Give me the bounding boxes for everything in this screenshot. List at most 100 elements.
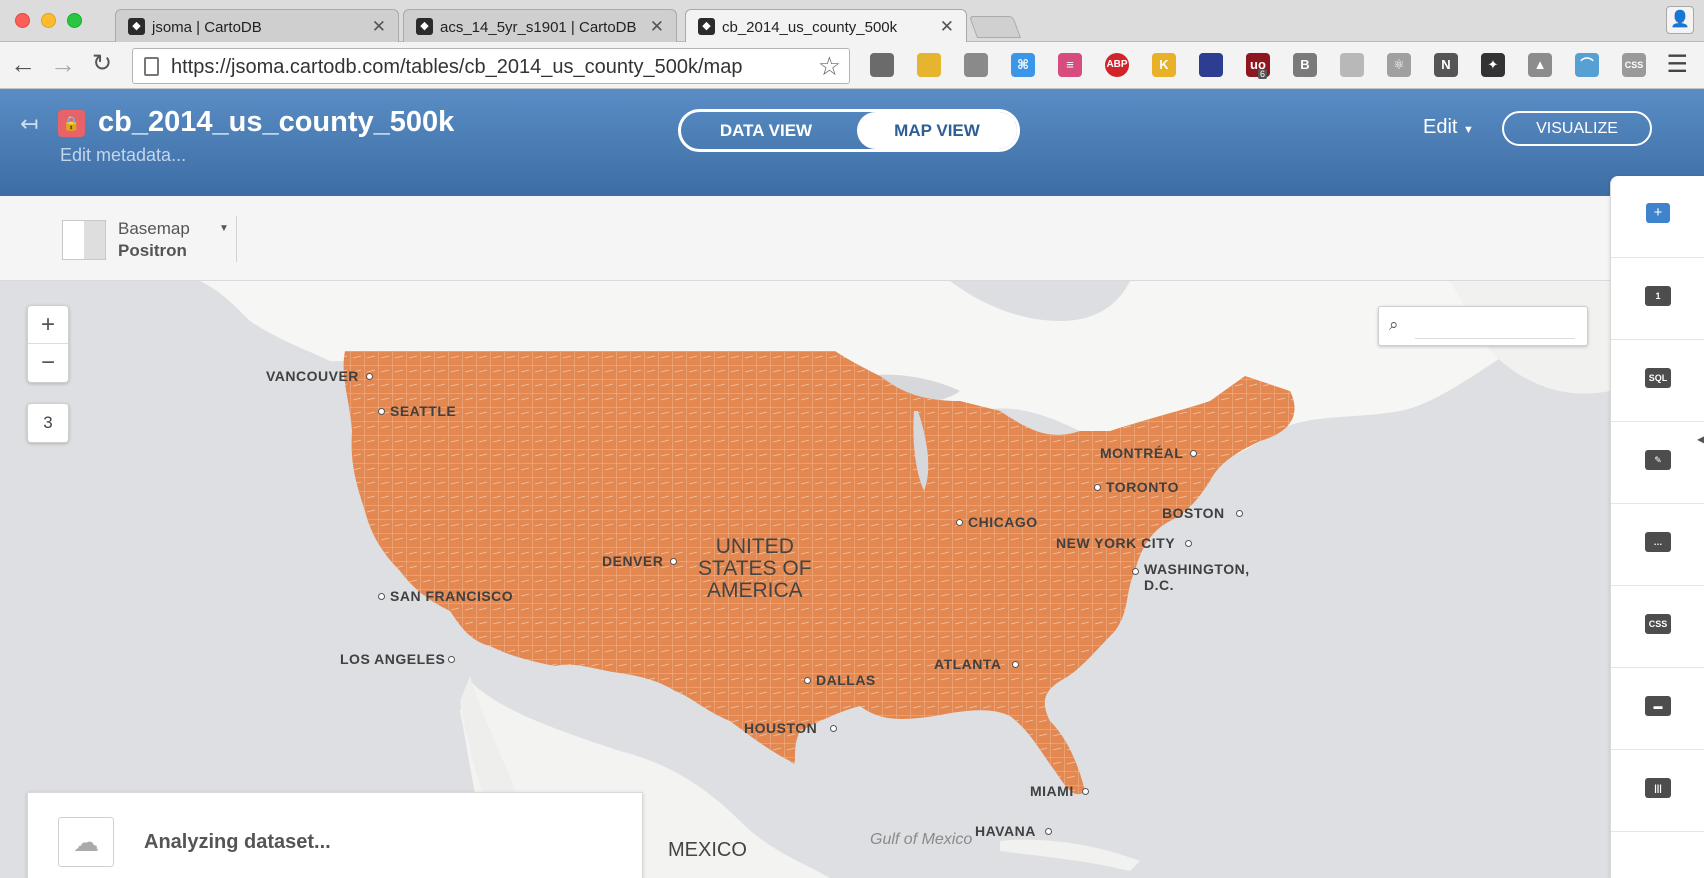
zoom-out-button[interactable]: −: [28, 344, 68, 382]
city-label: ATLANTA: [934, 656, 1002, 672]
legend-icon: ▬: [1645, 696, 1671, 716]
collapse-arrow-icon[interactable]: ◀: [1697, 432, 1704, 446]
basemap-bar: Basemap Positron ▼: [0, 196, 1610, 281]
page-icon: [144, 57, 159, 76]
city-label: SEATTLE: [390, 403, 457, 419]
mexico-label: MEXICO: [668, 839, 747, 861]
table-title[interactable]: cb_2014_us_county_500k: [98, 106, 454, 139]
panel-item[interactable]: CSS: [1611, 586, 1704, 668]
extension-k-icon[interactable]: K: [1152, 53, 1176, 77]
back-icon[interactable]: ↤: [20, 111, 38, 137]
maximize-window-icon[interactable]: [67, 13, 82, 28]
lock-icon[interactable]: 🔒: [58, 110, 85, 137]
cast-icon[interactable]: [870, 53, 894, 77]
add-layer-icon: +: [1646, 203, 1670, 223]
map-search: ⌕: [1378, 306, 1588, 346]
edit-dropdown[interactable]: Edit ▼: [1423, 116, 1474, 139]
browser-menu-icon[interactable]: ☰: [1666, 50, 1688, 79]
panel-item[interactable]: 1: [1611, 258, 1704, 340]
map-search-input[interactable]: [1415, 315, 1575, 339]
forward-arrow-icon[interactable]: →: [50, 48, 76, 80]
edit-dropdown-label: Edit: [1423, 116, 1458, 138]
city-label: NEW YORK CITY: [1056, 535, 1176, 551]
extension-css-icon[interactable]: CSS: [1622, 53, 1646, 77]
browser-tab-strip: ◆ jsoma | CartoDB ✕ ◆ acs_14_5yr_s1901 |…: [0, 0, 1704, 43]
caret-down-icon: ▼: [1463, 124, 1474, 136]
basemap-thumbnail[interactable]: [62, 220, 106, 260]
zoom-in-button[interactable]: +: [28, 306, 68, 344]
city-label: LOS ANGELES: [340, 651, 446, 667]
browser-tab-county[interactable]: ◆ cb_2014_us_county_500k ✕: [685, 9, 967, 43]
extension-yellow-icon[interactable]: [917, 53, 941, 77]
divider: [236, 216, 237, 262]
browser-tab-jsoma[interactable]: ◆ jsoma | CartoDB ✕: [115, 9, 399, 42]
right-side-panel: +1 SQL ✎ … CSS ▬ ||| ◀: [1610, 176, 1704, 878]
close-tab-icon[interactable]: ✕: [650, 17, 664, 37]
city-marker-icon: [1045, 828, 1052, 835]
layer-1-icon: 1: [1645, 286, 1671, 306]
drive-icon[interactable]: ▲: [1528, 53, 1552, 77]
city-label: WASHINGTON,: [1144, 561, 1250, 577]
extension-plane-icon[interactable]: [964, 53, 988, 77]
extension-n-icon[interactable]: N: [1434, 53, 1458, 77]
css-icon: CSS: [1645, 614, 1671, 634]
close-tab-icon[interactable]: ✕: [940, 17, 954, 37]
adblock-icon[interactable]: ABP: [1105, 53, 1129, 77]
panel-item[interactable]: ▬: [1611, 668, 1704, 750]
city-marker-icon: [804, 677, 811, 684]
extension-rainbow-icon[interactable]: ⌒: [1575, 53, 1599, 77]
view-switch: DATA VIEW MAP VIEW: [678, 109, 1020, 152]
city-label: HOUSTON: [744, 720, 818, 736]
panel-item[interactable]: SQL: [1611, 340, 1704, 422]
extension-compass-icon[interactable]: ✦: [1481, 53, 1505, 77]
bookmark-star-icon[interactable]: ☆: [818, 51, 841, 82]
panel-item[interactable]: …: [1611, 504, 1704, 586]
search-icon: ⌕: [1389, 315, 1399, 334]
basemap-caret-icon[interactable]: ▼: [219, 223, 229, 234]
city-label: DENVER: [602, 553, 664, 569]
city-label: TORONTO: [1106, 479, 1179, 495]
data-view-button[interactable]: DATA VIEW: [681, 112, 851, 149]
url-text: https://jsoma.cartodb.com/tables/cb_2014…: [171, 56, 743, 78]
city-label: MONTRÉAL: [1100, 445, 1184, 461]
ublock-badge: 6: [1258, 69, 1268, 79]
city-marker-icon: [1012, 661, 1019, 668]
visualize-button[interactable]: VISUALIZE: [1502, 111, 1652, 146]
city-label: HAVANA: [975, 823, 1036, 839]
panel-item[interactable]: +: [1611, 176, 1704, 258]
extension-atom-icon[interactable]: ⚛: [1387, 53, 1411, 77]
edit-metadata-link[interactable]: Edit metadata...: [60, 145, 186, 166]
minimize-window-icon[interactable]: [41, 13, 56, 28]
browser-tab-acs[interactable]: ◆ acs_14_5yr_s1901 | CartoDB ✕: [403, 9, 677, 42]
basemap-value[interactable]: Positron: [118, 241, 187, 261]
map-view-button[interactable]: MAP VIEW: [857, 112, 1017, 149]
tab-title: cb_2014_us_county_500k: [722, 19, 898, 36]
extension-blue-icon[interactable]: ⌘: [1011, 53, 1035, 77]
new-tab-button[interactable]: [968, 16, 1022, 38]
city-marker-icon: [1094, 484, 1101, 491]
filters-icon: |||: [1645, 778, 1671, 798]
country-label-line: UNITED: [715, 535, 794, 558]
panel-item[interactable]: |||: [1611, 750, 1704, 832]
extension-globe-icon[interactable]: [1199, 53, 1223, 77]
extension-swirl-icon[interactable]: [1340, 53, 1364, 77]
back-arrow-icon[interactable]: ←: [10, 48, 36, 80]
close-tab-icon[interactable]: ✕: [372, 17, 386, 37]
city-marker-icon: [1132, 568, 1139, 575]
address-bar[interactable]: https://jsoma.cartodb.com/tables/cb_2014…: [132, 48, 850, 84]
map-canvas[interactable]: VANCOUVER SEATTLE SAN FRANCISCO LOS ANGELES…: [0, 281, 1610, 878]
panel-item[interactable]: ✎: [1611, 422, 1704, 504]
close-window-icon[interactable]: [15, 13, 30, 28]
extension-list-icon[interactable]: ≡: [1058, 53, 1082, 77]
basemap-label[interactable]: Basemap: [118, 219, 190, 239]
city-marker-icon: [1236, 510, 1243, 517]
reload-icon[interactable]: ↻: [92, 48, 112, 80]
city-marker-icon: [378, 593, 385, 600]
city-marker-icon: [670, 558, 677, 565]
sql-icon: SQL: [1645, 368, 1671, 388]
city-label: BOSTON: [1162, 505, 1225, 521]
browser-toolbar: ← → ↻ https://jsoma.cartodb.com/tables/c…: [0, 42, 1704, 89]
extension-b-icon[interactable]: B: [1293, 53, 1317, 77]
profile-icon[interactable]: 👤: [1666, 6, 1694, 34]
city-label: CHICAGO: [968, 514, 1038, 530]
